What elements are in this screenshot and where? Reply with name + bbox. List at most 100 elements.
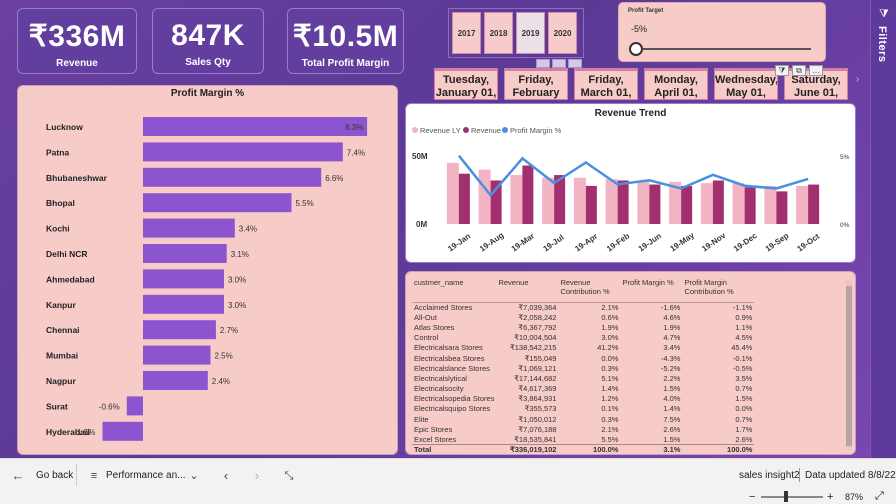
column-header[interactable]: Revenue: [496, 278, 559, 303]
legend-marker: [463, 127, 469, 133]
clear-selection-icon[interactable]: [536, 59, 550, 68]
chart-title: Profit Margin %: [170, 88, 245, 99]
chevron-down-icon[interactable]: ⌄: [184, 466, 204, 486]
bar-revenue-ly: [764, 185, 777, 224]
fit-to-page-icon[interactable]: ⤢: [875, 490, 884, 503]
bar-revenue-ly: [605, 179, 618, 224]
table-cell: ₹6,367,792: [518, 322, 557, 332]
column-header[interactable]: Profit Margin Contribution %: [682, 278, 755, 303]
table-row[interactable]: All-Out ₹2,058,242 0.6% 4.6% 0.9%: [412, 312, 754, 322]
table-cell: 0.0%: [601, 353, 619, 363]
zoom-thumb[interactable]: [784, 491, 788, 502]
data-updated: Data updated 8/8/22: [805, 470, 896, 481]
table-cell: 1.5%: [663, 384, 681, 394]
date-button[interactable]: Friday, March 01,: [574, 68, 638, 100]
profit-target-value[interactable]: -5%: [631, 24, 647, 34]
table-row[interactable]: Acclaimed Stores ₹7,039,364 2.1% -1.6% -1.1%: [412, 302, 754, 312]
date-line1: Monday,: [654, 74, 698, 86]
profit-target-thumb[interactable]: [629, 42, 643, 56]
bar-revenue-ly: [637, 180, 650, 224]
year-button-2019[interactable]: 2019: [516, 12, 545, 54]
table-cell: Excel Stores: [414, 434, 457, 444]
revenue-trend-plot: Revenue LY Revenue Profit Margin % 50M 0M 5% 0…: [412, 126, 850, 254]
scrollbar-thumb[interactable]: [846, 286, 852, 446]
filters-pane[interactable]: ⧩ Filters: [870, 0, 896, 458]
bar: [143, 269, 224, 289]
table-cell: 1.5%: [735, 394, 753, 404]
next-page-button[interactable]: ›: [247, 466, 267, 486]
date-button[interactable]: Monday, April 01,: [644, 68, 708, 100]
zoom-out-button[interactable]: −: [749, 491, 755, 503]
table-cell: -1.1%: [732, 302, 753, 312]
table-cell: Elite: [414, 414, 429, 424]
date-button[interactable]: Wednesday, May 01,: [714, 68, 778, 100]
table-cell: Control: [414, 333, 439, 343]
column-header[interactable]: Revenue Contribution %: [558, 278, 621, 303]
column-header[interactable]: custmer_name: [412, 278, 497, 303]
bar-revenue-ly: [732, 183, 745, 224]
table-cell: ₹17,144,682: [514, 373, 557, 383]
chart-title: Revenue Trend: [594, 108, 667, 119]
year-button-2020[interactable]: 2020: [548, 12, 577, 54]
collapse-icon[interactable]: ⤡: [279, 466, 299, 486]
table-row[interactable]: Electricalsquipo Stores ₹355,573 0.1% 1.4% 0…: [412, 404, 754, 414]
table-row[interactable]: Electricalsara Stores ₹138,542,215 41.2% 3.…: [412, 343, 754, 353]
table-row[interactable]: Excel Stores ₹18,535,841 5.5% 1.5% 2.6%: [412, 434, 754, 444]
table-row[interactable]: Epic Stores ₹7,076,188 2.1% 2.6% 1.7%: [412, 424, 754, 434]
table-row[interactable]: Electricalsopedia Stores ₹3,864,931 1.2% 4.…: [412, 394, 754, 404]
table-cell: 2.1%: [601, 302, 619, 312]
column-header[interactable]: Profit Margin %: [620, 278, 683, 303]
year-button-2017[interactable]: 2017: [452, 12, 481, 54]
table-row[interactable]: Electricalsbea Stores ₹155,049 0.0% -4.3% -0…: [412, 353, 754, 363]
filter-icon[interactable]: ⧩: [879, 8, 889, 21]
table-row[interactable]: Electricalslance Stores ₹1,069,121 0.3% -5.…: [412, 363, 754, 373]
filter-icon[interactable]: ⧩: [775, 65, 789, 76]
pages-list-icon[interactable]: ≡: [84, 466, 104, 486]
date-button[interactable]: Friday, February: [504, 68, 568, 100]
table-cell: 5.5%: [601, 434, 619, 444]
kpi-card-sales-qty: 847K Sales Qty: [152, 8, 264, 74]
chevron-right-icon[interactable]: ›: [856, 74, 864, 96]
table-cell: 2.6%: [735, 434, 753, 444]
focus-mode-icon[interactable]: [552, 59, 566, 68]
filters-pane-label[interactable]: Filters: [876, 26, 888, 63]
table-cell: Epic Stores: [414, 424, 453, 434]
more-options-icon[interactable]: …: [809, 65, 823, 76]
zoom-slider[interactable]: [761, 496, 823, 498]
x-tick-label: 19-Apr: [573, 232, 599, 254]
table-row[interactable]: Control ₹10,004,504 3.0% 4.7% 4.5%: [412, 333, 754, 343]
page-selector[interactable]: Performance an...: [106, 470, 185, 481]
date-line2: May 01,: [726, 87, 766, 99]
table-row[interactable]: Elite ₹1,050,012 0.3% 7.5% 0.7%: [412, 414, 754, 424]
x-tick-label: 19-Sep: [764, 231, 791, 253]
more-options-icon[interactable]: [568, 59, 582, 68]
data-label: 3.4%: [239, 225, 257, 234]
profit-margin-plot: Lucknow 8.3% Patna 7.4% Bhubaneshwar 6.6% Bhop…: [46, 117, 368, 441]
back-arrow-icon[interactable]: ←: [8, 466, 28, 486]
data-label: -0.6%: [99, 402, 120, 411]
data-label: 2.5%: [215, 352, 233, 361]
table-cell: ₹3,864,931: [518, 394, 557, 404]
table-cell: -4.3%: [660, 353, 681, 363]
table-cell: Atlas Stores: [414, 322, 455, 332]
focus-mode-icon[interactable]: ⧉: [792, 65, 806, 76]
table-cell: 0.9%: [735, 312, 753, 322]
data-label: -1.5%: [75, 428, 96, 437]
table-row[interactable]: Atlas Stores ₹6,367,792 1.9% 1.9% 1.1%: [412, 322, 754, 332]
profit-target-track[interactable]: [635, 48, 811, 50]
kpi-value: 847K: [171, 19, 245, 52]
table-row[interactable]: Electricalsocity ₹4,617,369 1.4% 1.5% 0.7%: [412, 384, 754, 394]
bar: [143, 371, 208, 390]
bar: [143, 142, 343, 162]
table-scrollbar[interactable]: [846, 280, 852, 450]
category-label: Bhopal: [46, 198, 75, 208]
previous-page-button[interactable]: ‹: [216, 466, 236, 486]
slicer-header-icons: [536, 59, 582, 68]
bar-revenue: [776, 191, 788, 224]
year-button-2018[interactable]: 2018: [484, 12, 513, 54]
table-row[interactable]: Electricalslytical ₹17,144,682 5.1% 2.2% 3.5…: [412, 373, 754, 383]
zoom-in-button[interactable]: +: [827, 491, 833, 503]
go-back-button[interactable]: Go back: [36, 470, 73, 481]
date-button[interactable]: Tuesday, January 01,: [434, 68, 498, 100]
x-tick-label: 19-Aug: [478, 231, 505, 254]
